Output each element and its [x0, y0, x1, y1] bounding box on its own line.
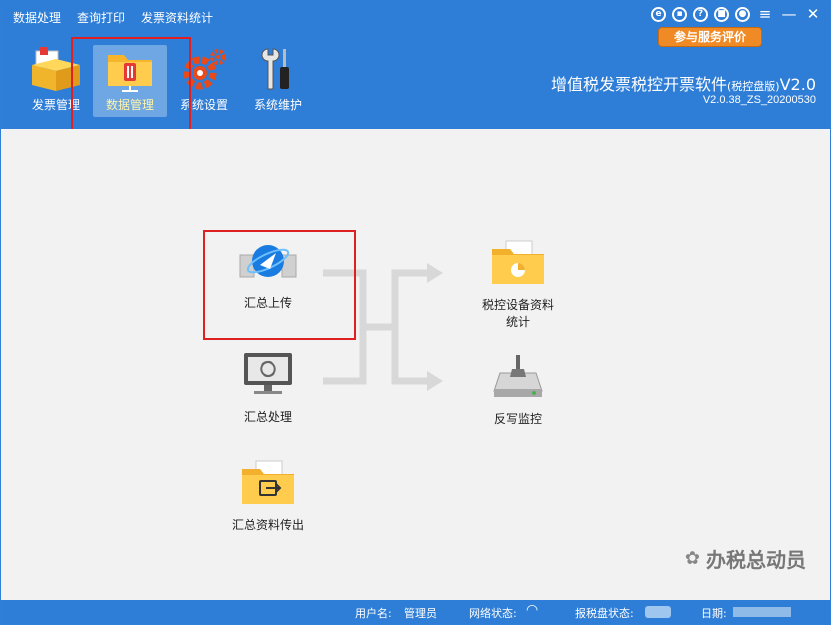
app-version: V2.0.38_ZS_20200530: [702, 94, 816, 106]
status-bar: 用户名: 管理员 网络状态: ◠ 报税盘状态: 日期:: [1, 600, 830, 624]
folder-chart-icon: [492, 240, 544, 284]
summary-process-item[interactable]: 汇总处理: [223, 351, 313, 426]
app-edition: (税控盘版): [727, 80, 780, 93]
tools-icon: [250, 45, 306, 93]
device-stats-label: 税控设备资料 统计: [463, 297, 573, 331]
writeback-monitor-item[interactable]: 反写监控: [463, 353, 573, 428]
device-stats-label-line2: 统计: [505, 315, 530, 329]
menu-icon[interactable]: ≡: [756, 7, 774, 22]
menu-invoice-stats[interactable]: 发票资料统计: [141, 9, 213, 27]
tool-system-maintenance[interactable]: 系统维护: [241, 45, 315, 117]
status-date-blurred: [733, 607, 791, 617]
summary-export-label: 汇总资料传出: [231, 518, 304, 532]
status-user-label: 用户名:: [355, 607, 392, 620]
menu-bar: 数据处理 查询打印 发票资料统计: [13, 9, 229, 27]
app-title: 增值税发票税控开票软件(税控盘版)V2.0: [551, 71, 816, 95]
service-evaluation-button[interactable]: 参与服务评价: [658, 27, 762, 47]
wechat-icon: ✿: [684, 548, 700, 569]
tool-maintenance-label: 系统维护: [253, 98, 302, 112]
summary-process-label: 汇总处理: [243, 410, 292, 424]
main-panel: 汇总上传 汇总处理 汇总资料传出 税控设备资料 统计 反写监控 ✿ 办税总动员: [1, 129, 830, 601]
app-title-version: V2.0: [779, 75, 816, 94]
minimize-icon[interactable]: —: [780, 7, 798, 22]
watermark: ✿ 办税总动员: [685, 544, 806, 573]
folder-export-icon: [242, 460, 294, 504]
summary-export-item[interactable]: 汇总资料传出: [213, 459, 323, 534]
device-stats-label-line1: 税控设备资料: [481, 298, 554, 312]
lock-icon[interactable]: ■: [714, 7, 729, 22]
help-icon[interactable]: ?: [693, 7, 708, 22]
close-icon[interactable]: ✕: [804, 7, 822, 22]
monitor-refresh-icon: [244, 353, 292, 394]
app-title-text: 增值税发票税控开票软件: [551, 75, 728, 94]
status-disk-label: 报税盘状态:: [575, 607, 634, 620]
status-date-label: 日期:: [701, 607, 727, 620]
menu-query-print[interactable]: 查询打印: [77, 9, 125, 27]
app-window: 数据处理 查询打印 发票资料统计 e ▪ ? ■ ● ≡ — ✕ 参与服务评价: [0, 0, 831, 625]
device-stats-item[interactable]: 税控设备资料 统计: [463, 239, 573, 331]
status-user-value: 管理员: [404, 607, 437, 620]
writeback-monitor-label: 反写监控: [493, 412, 542, 426]
disk-status-icon: [645, 606, 671, 618]
feedback-icon[interactable]: ▪: [672, 7, 687, 22]
wifi-icon: ◠: [526, 602, 539, 618]
status-network-label: 网络状态:: [469, 607, 517, 620]
annotation-box-data-management: [71, 37, 191, 138]
window-controls: e ▪ ? ■ ● ≡ — ✕: [651, 7, 822, 22]
drive-broom-icon: [493, 355, 543, 397]
menu-data-processing[interactable]: 数据处理: [13, 9, 61, 27]
user-icon[interactable]: ●: [735, 7, 750, 22]
gift-icon[interactable]: e: [651, 7, 666, 22]
watermark-text: 办税总动员: [706, 548, 806, 572]
annotation-box-summary-upload: [203, 230, 356, 340]
